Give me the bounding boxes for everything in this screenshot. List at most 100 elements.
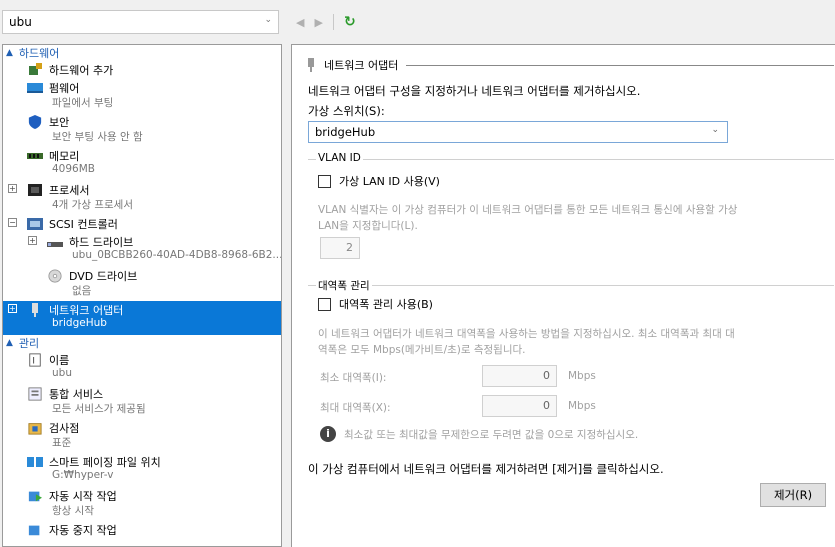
settings-tree: ▲ 하드웨어 하드웨어 추가 펌웨어 파일에서 부팅 보안 보안 부팅 사용 안…: [2, 44, 282, 547]
remove-instruction-text: 이 가상 컴퓨터에서 네트워크 어댑터를 제거하려면 [제거]를 클릭하십시오.: [308, 462, 664, 476]
panel-title-text: 네트워크 어댑터: [324, 59, 399, 72]
tree-item-firmware[interactable]: 펌웨어 파일에서 부팅: [3, 79, 281, 113]
tree-item-add-hardware[interactable]: 하드웨어 추가: [3, 61, 281, 79]
tree-item-title: 하드 드라이브: [69, 236, 134, 249]
tree-item-hard-drive[interactable]: + 하드 드라이브 ubu_0BCBB260-40AD-4DB8-8968-6B…: [3, 233, 281, 267]
virtual-switch-value: bridgeHub: [315, 125, 376, 139]
checkbox-box[interactable]: [318, 174, 331, 188]
bandwidth-description-line: 역폭은 모두 Mbps(메가비트/초)로 측정됩니다.: [318, 344, 526, 356]
bandwidth-description: 이 네트워크 어댑터가 네트워크 대역폭을 사용하는 방법을 지정하십시오. 최…: [318, 326, 735, 358]
max-bandwidth-input[interactable]: 0: [482, 395, 557, 417]
shield-icon: [28, 115, 42, 129]
tree-item-title: 이름: [49, 354, 70, 367]
vlan-group-label: VLAN ID: [316, 152, 363, 164]
collapse-minus-icon[interactable]: −: [8, 218, 17, 227]
info-icon: i: [320, 426, 336, 442]
hard-drive-icon: [47, 242, 63, 247]
network-adapter-settings-panel: 네트워크 어댑터 네트워크 어댑터 구성을 지정하거나 네트워크 어댑터를 제거…: [291, 44, 835, 547]
tree-item-title: 자동 중지 작업: [49, 524, 117, 537]
management-section-header[interactable]: ▲ 관리: [3, 335, 281, 351]
collapse-chevron-icon: ▲: [6, 338, 13, 348]
tree-item-integration-services[interactable]: 통합 서비스 모든 서비스가 제공됨: [3, 385, 281, 419]
tree-item-dvd-drive[interactable]: DVD 드라이브 없음: [3, 267, 281, 301]
tree-item-subtitle: ubu: [52, 367, 72, 379]
add-hardware-icon: [29, 63, 42, 75]
vlan-enable-checkbox[interactable]: 가상 LAN ID 사용(V): [318, 173, 440, 189]
checkpoint-icon: [28, 423, 42, 435]
title-divider: [406, 64, 834, 66]
processor-icon: [28, 184, 42, 196]
name-icon: I: [29, 353, 41, 367]
management-header-label: 관리: [18, 337, 40, 350]
vlan-checkbox-label: 가상 LAN ID 사용(V): [339, 175, 440, 188]
tree-item-title: 검사점: [49, 422, 80, 435]
refresh-icon[interactable]: ↻: [344, 14, 356, 30]
tree-item-subtitle: 4096MB: [52, 163, 95, 175]
bandwidth-enable-checkbox[interactable]: 대역폭 관리 사용(B): [318, 296, 433, 312]
tree-item-smart-paging[interactable]: 스마트 페이징 파일 위치 G:₩hyper-v: [3, 453, 281, 487]
back-arrow-icon[interactable]: ◀: [296, 16, 304, 29]
tree-item-subtitle: 항상 시작: [52, 505, 94, 517]
hardware-section-header[interactable]: ▲ 하드웨어: [3, 45, 281, 61]
min-bandwidth-label: 최소 대역폭(I):: [320, 372, 387, 384]
chevron-down-icon: ⌄: [711, 125, 719, 135]
tree-item-title: 프로세서: [49, 184, 90, 197]
virtual-switch-dropdown[interactable]: bridgeHub ⌄: [308, 121, 728, 143]
vlan-description: VLAN 식별자는 이 가상 컴퓨터가 이 네트워크 어댑터를 통한 모든 네트…: [318, 202, 737, 234]
vlan-group: VLAN ID 가상 LAN ID 사용(V) VLAN 식별자는 이 가상 컴…: [308, 152, 834, 269]
max-bandwidth-unit: Mbps: [568, 400, 596, 412]
forward-arrow-icon[interactable]: ▶: [314, 16, 322, 29]
tree-item-title: SCSI 컨트롤러: [49, 218, 118, 231]
tree-item-title: DVD 드라이브: [69, 270, 138, 283]
tree-item-processor[interactable]: + 프로세서 4개 가상 프로세서: [3, 181, 281, 215]
toolbar-separator: [332, 14, 334, 30]
expand-plus-icon[interactable]: +: [8, 304, 17, 313]
tree-item-auto-stop[interactable]: 자동 중지 작업: [3, 521, 281, 546]
auto-start-icon: [28, 491, 42, 502]
tree-item-subtitle: 모든 서비스가 제공됨: [52, 403, 146, 415]
tree-item-network-adapter[interactable]: + 네트워크 어댑터 bridgeHub: [3, 301, 281, 335]
tree-item-checkpoints[interactable]: 검사점 표준: [3, 419, 281, 453]
tree-item-scsi-controller[interactable]: − SCSI 컨트롤러: [3, 215, 281, 233]
smart-paging-icon: [27, 457, 43, 467]
tree-item-title: 네트워크 어댑터: [49, 304, 124, 317]
tree-item-subtitle: bridgeHub: [52, 317, 107, 329]
min-bandwidth-input[interactable]: 0: [482, 365, 557, 387]
tree-item-name[interactable]: I 이름 ubu: [3, 351, 281, 385]
vm-selector-value: ubu: [9, 15, 32, 29]
tree-item-title: 스마트 페이징 파일 위치: [49, 456, 161, 469]
vm-selector-dropdown[interactable]: ubu ⌄: [2, 10, 279, 34]
tree-item-memory[interactable]: 메모리 4096MB: [3, 147, 281, 181]
remove-button[interactable]: 제거(R): [760, 483, 826, 507]
tree-item-title: 보안: [49, 116, 70, 129]
network-adapter-icon: [308, 58, 314, 72]
expand-plus-icon[interactable]: +: [8, 184, 17, 193]
firmware-icon: [27, 83, 43, 93]
checkbox-box[interactable]: [318, 297, 331, 311]
network-adapter-icon: [32, 303, 38, 317]
tree-item-title: 펌웨어: [49, 82, 80, 95]
tree-item-title: 하드웨어 추가: [49, 64, 114, 77]
tree-item-subtitle: 보안 부팅 사용 안 함: [52, 131, 143, 143]
memory-icon: [27, 153, 43, 159]
intro-text: 네트워크 어댑터 구성을 지정하거나 네트워크 어댑터를 제거하십시오.: [308, 84, 641, 98]
tree-item-auto-start[interactable]: 자동 시작 작업 항상 시작: [3, 487, 281, 521]
panel-title: 네트워크 어댑터: [306, 57, 834, 73]
vlan-id-input[interactable]: 2: [320, 237, 360, 259]
collapse-chevron-icon: ▲: [6, 48, 13, 58]
tree-item-title: 메모리: [49, 150, 80, 163]
bandwidth-description-line: 이 네트워크 어댑터가 네트워크 대역폭을 사용하는 방법을 지정하십시오. 최…: [318, 328, 735, 340]
vlan-description-line: LAN을 지정합니다(L).: [318, 220, 418, 232]
auto-stop-icon: [28, 525, 40, 536]
dvd-disc-icon: [48, 269, 62, 283]
navigation-toolbar: ◀ ▶ ↻: [296, 12, 356, 32]
tree-item-subtitle: 없음: [72, 285, 92, 297]
virtual-switch-label: 가상 스위치(S):: [308, 104, 385, 118]
tree-item-subtitle: ubu_0BCBB260-40AD-4DB8-8968-6B2...: [72, 249, 281, 261]
tree-item-security[interactable]: 보안 보안 부팅 사용 안 함: [3, 113, 281, 147]
expand-plus-icon[interactable]: +: [28, 236, 37, 245]
tree-item-subtitle: 4개 가상 프로세서: [52, 199, 133, 211]
tree-item-subtitle: 표준: [52, 437, 72, 449]
tree-item-subtitle: G:₩hyper-v: [52, 469, 114, 481]
tree-item-title: 통합 서비스: [49, 388, 104, 401]
